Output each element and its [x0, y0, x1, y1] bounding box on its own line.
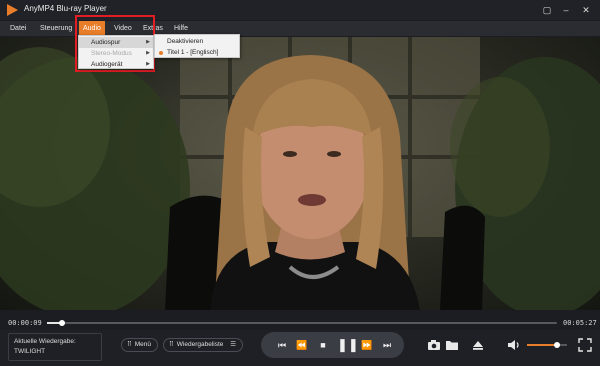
menu-button[interactable]: ⠿ Menü	[121, 338, 159, 352]
app-logo-icon	[7, 4, 18, 16]
snapshot-camera-icon[interactable]	[427, 338, 441, 352]
now-playing-box: Aktuelle Wiedergabe: TWILIGHT	[8, 333, 102, 361]
eject-icon[interactable]	[471, 338, 485, 352]
stereo-modus-label: Stereo-Modus	[91, 50, 132, 57]
playlist-button[interactable]: ⠿ Wiedergabeliste ☰	[163, 338, 244, 352]
video-frame[interactable]	[0, 37, 600, 310]
chevron-right-icon: ▶	[146, 50, 150, 56]
volume-handle[interactable]	[554, 342, 560, 348]
stop-icon[interactable]: ■	[315, 332, 331, 358]
volume-icon[interactable]	[507, 338, 521, 352]
audiogeraet-label: Audiogerät	[91, 61, 123, 68]
rewind-icon[interactable]: ⏪	[294, 332, 310, 358]
close-icon[interactable]: ✕	[578, 2, 594, 18]
audio-dropdown: Audiospur ▶ Stereo-Modus ▶ Audiogerät ▶	[78, 35, 154, 69]
grid-icon: ⠿	[127, 341, 132, 348]
now-playing-title: TWILIGHT	[14, 348, 46, 355]
chevron-right-icon: ▶	[146, 39, 150, 45]
seek-bar[interactable]	[47, 320, 557, 326]
chat-icon[interactable]: ▢	[539, 2, 555, 18]
volume-fill	[527, 344, 557, 346]
submenu-deaktivieren[interactable]: Deaktivieren	[155, 36, 239, 47]
menu-audiogeraet[interactable]: Audiogerät ▶	[79, 59, 153, 70]
now-playing-label: Aktuelle Wiedergabe:	[14, 338, 76, 345]
progress-area: 00:00:09 00:05:27	[0, 314, 600, 330]
control-bar: Aktuelle Wiedergabe: TWILIGHT ⠿ Menü ⠿ Wie…	[0, 330, 600, 366]
menu-datei[interactable]: Datei	[6, 21, 30, 36]
skip-to-start-icon[interactable]: ⏮	[274, 332, 290, 358]
fullscreen-icon[interactable]	[578, 338, 592, 352]
folder-icon[interactable]	[445, 338, 459, 352]
pause-icon[interactable]: ❚❚	[337, 332, 359, 358]
minimize-icon[interactable]: –	[558, 2, 574, 18]
chevron-right-icon: ▶	[146, 61, 150, 67]
audiospur-label: Audiospur	[91, 39, 121, 46]
volume-slider[interactable]	[527, 342, 567, 348]
skip-to-end-icon[interactable]: ⏭	[379, 332, 395, 358]
submenu-titel-1[interactable]: Titel 1 - [Englisch]	[155, 47, 239, 58]
grid-icon: ⠿	[169, 341, 174, 348]
titel-1-label: Titel 1 - [Englisch]	[167, 49, 219, 56]
sort-list-icon: ☰	[230, 341, 237, 348]
transport-controls: ⏮ ⏪ ■ ❚❚ ⏩ ⏭	[261, 332, 404, 358]
video-scene	[0, 37, 600, 310]
total-time: 00:05:27	[563, 319, 597, 327]
fast-forward-icon[interactable]: ⏩	[359, 332, 375, 358]
menu-steuerung[interactable]: Steuerung	[36, 21, 76, 36]
radio-selected-icon	[159, 51, 163, 55]
menu-audiospur[interactable]: Audiospur ▶	[79, 37, 153, 48]
playlist-button-label: Wiedergabeliste	[176, 341, 224, 348]
audiospur-submenu: Deaktivieren Titel 1 - [Englisch]	[154, 34, 240, 58]
menu-stereo-modus: Stereo-Modus ▶	[79, 48, 153, 59]
deaktivieren-label: Deaktivieren	[167, 38, 204, 45]
elapsed-time: 00:00:09	[8, 319, 42, 327]
menu-button-label: Menü	[134, 341, 152, 348]
app-title: AnyMP4 Blu-ray Player	[24, 4, 107, 13]
seek-handle[interactable]	[59, 320, 66, 326]
